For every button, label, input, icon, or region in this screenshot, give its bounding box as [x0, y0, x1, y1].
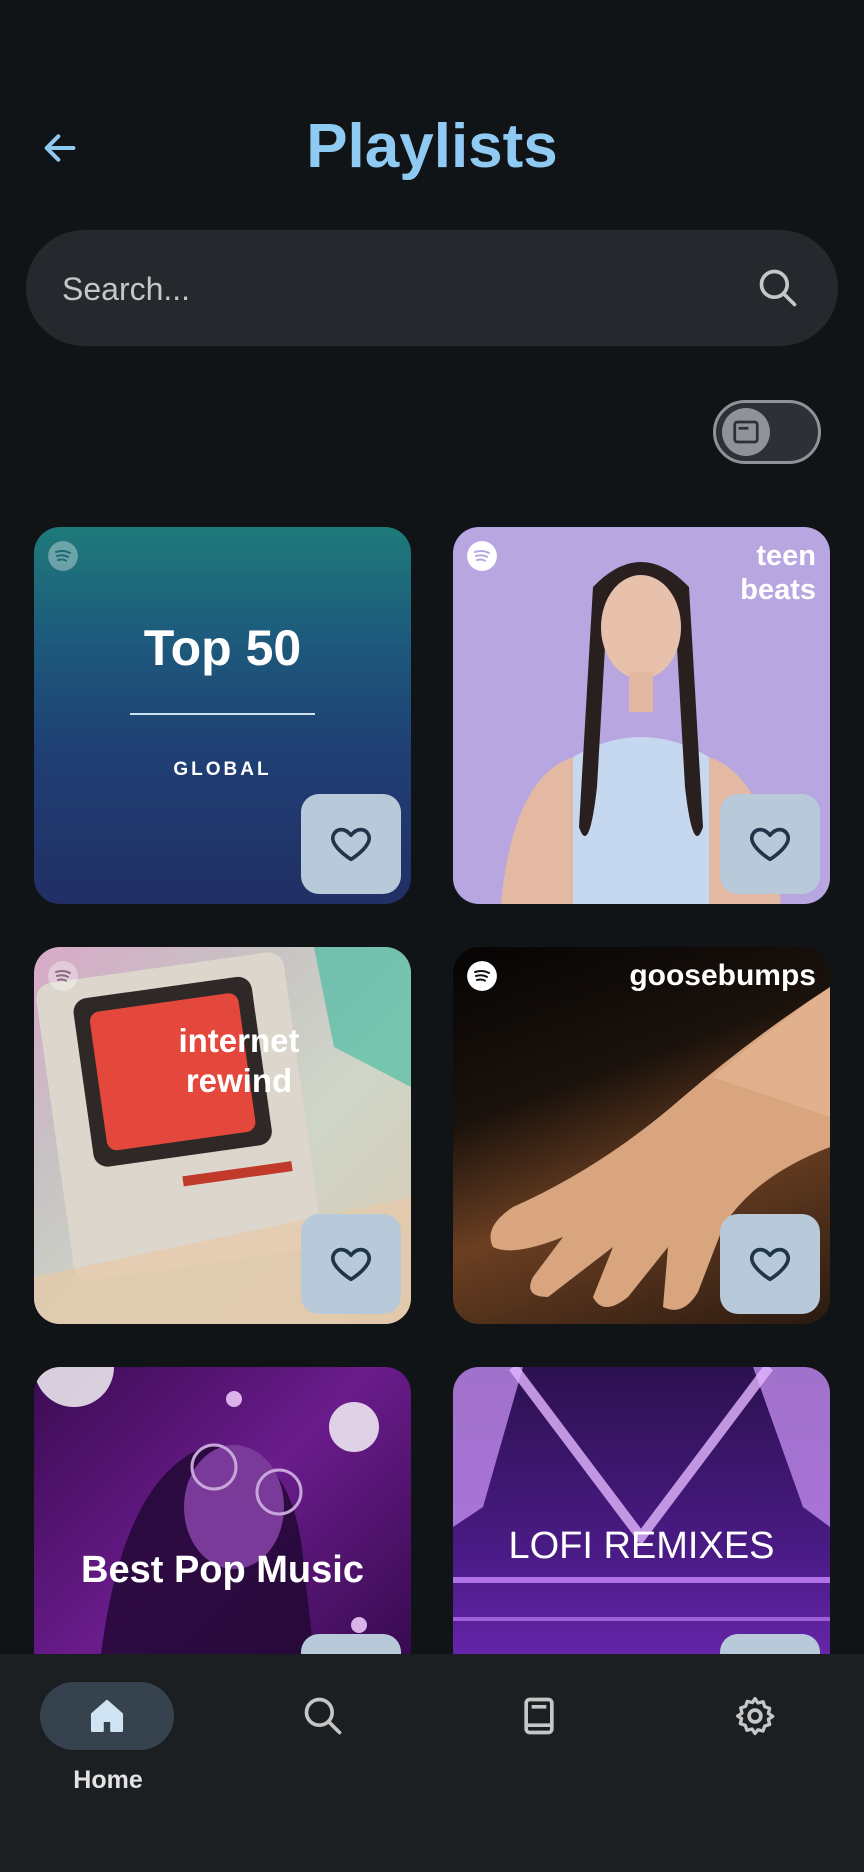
favorite-button[interactable]: [301, 1214, 401, 1314]
view-layout-icon: [733, 420, 759, 444]
nav-icon-wrap: [472, 1682, 606, 1750]
view-toggle[interactable]: [713, 400, 821, 464]
home-icon: [90, 1699, 124, 1733]
page-title: Playlists: [306, 112, 558, 181]
heart-icon: [331, 1247, 371, 1282]
toggle-knob: [722, 408, 770, 456]
favorite-button[interactable]: [720, 1214, 820, 1314]
nav-item-settings[interactable]: [648, 1682, 864, 1802]
playlist-subtitle: GLOBAL: [173, 759, 272, 780]
heart-icon: [750, 1247, 790, 1282]
playlist-title: internet rewind: [178, 1022, 300, 1099]
favorite-button[interactable]: [720, 794, 820, 894]
nav-item-library[interactable]: [432, 1682, 648, 1802]
heart-icon: [331, 827, 371, 862]
search-bar: [26, 230, 838, 348]
nav-icon-wrap: [688, 1682, 822, 1750]
playlist-title: LOFI REMIXES: [508, 1525, 775, 1567]
spotify-logo-icon: [48, 961, 78, 991]
playlist-title: goosebumps: [629, 959, 816, 992]
playlist-card[interactable]: goosebumps: [453, 947, 830, 1324]
playlist-title: Best Pop Music: [81, 1549, 364, 1591]
search-icon: [304, 1697, 342, 1735]
playlist-title: Top 50: [143, 620, 302, 676]
bottom-nav: Home: [0, 1654, 864, 1872]
playlist-title: teen beats: [740, 540, 816, 606]
nav-indicator: [40, 1682, 174, 1750]
nav-item-search[interactable]: [216, 1682, 432, 1802]
playlist-card[interactable]: internet rewind: [34, 947, 411, 1324]
spotify-logo-icon: [467, 961, 497, 991]
spotify-logo-icon: [48, 541, 78, 571]
search-input[interactable]: [60, 230, 744, 348]
nav-item-home[interactable]: Home: [0, 1682, 216, 1802]
gear-icon: [735, 1696, 775, 1736]
nav-label-home: Home: [73, 1766, 143, 1794]
heart-icon: [750, 827, 790, 862]
playlist-card[interactable]: teen beats: [453, 527, 830, 904]
favorite-button[interactable]: [301, 794, 401, 894]
playlist-card[interactable]: Top 50 GLOBAL: [34, 527, 411, 904]
divider: [130, 713, 315, 715]
spotify-logo-icon: [467, 541, 497, 571]
library-icon: [524, 1697, 554, 1735]
nav-icon-wrap: [256, 1682, 390, 1750]
search-icon[interactable]: [756, 266, 800, 310]
